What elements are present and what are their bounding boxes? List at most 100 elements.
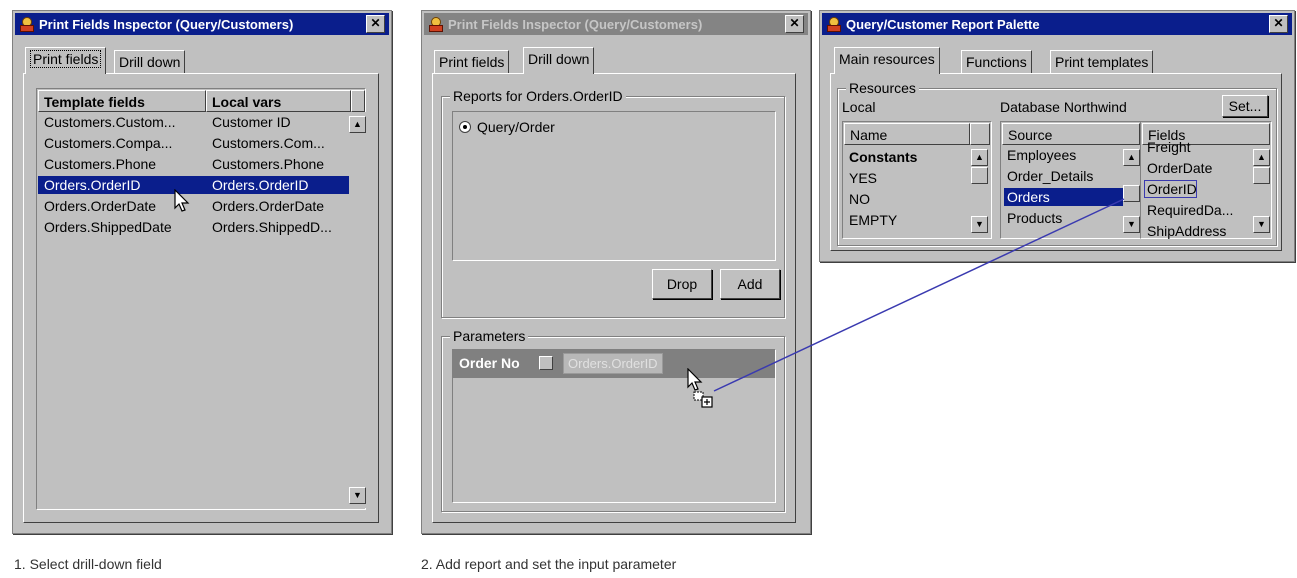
scroll-up-icon[interactable]: ▲ [1253, 149, 1270, 166]
tab-print-fields[interactable]: Print fields [25, 47, 107, 74]
spare-column-header [970, 123, 990, 145]
step1-caption: 1. Select drill-down field [14, 556, 162, 572]
template-field-cell: Orders.OrderID [44, 177, 141, 193]
list-item[interactable]: OrderID [1144, 180, 1197, 198]
list-item[interactable]: RequiredDa... [1144, 201, 1233, 219]
table-row[interactable]: Orders.ShippedDate Orders.ShippedD... [38, 218, 349, 236]
list-item[interactable]: Constants [849, 148, 917, 166]
fields-list: Fields Freight OrderDate OrderID RequiredDa… [1140, 121, 1272, 239]
database-label: Database Northwind [1000, 99, 1127, 115]
fields-scrollbar[interactable]: ▲ ▼ [1253, 145, 1270, 237]
local-var-cell: Orders.OrderDate [212, 198, 325, 214]
print-fields-inspector-window: Print Fields Inspector (Query/Customers)… [12, 10, 392, 534]
report-palette-window: Query/Customer Report Palette ✕ Main res… [819, 10, 1295, 262]
report-radio-query-order[interactable]: Query/Order [459, 118, 555, 136]
fields-table: Template fields Local vars Customers.Cus… [36, 88, 366, 510]
tab-print-fields[interactable]: Print fields [434, 50, 510, 74]
local-resources-list: Name Constants YES NO EMPTY ▲ ▼ [842, 121, 992, 239]
template-field-cell: Customers.Phone [44, 156, 157, 172]
app-icon [19, 16, 35, 32]
name-column-header[interactable]: Name [844, 123, 970, 145]
parameter-name: Order No [459, 355, 520, 371]
scroll-thumb[interactable] [1253, 167, 1270, 184]
title-bar[interactable]: Print Fields Inspector (Query/Customers) [424, 13, 808, 35]
column-header-local-vars[interactable]: Local vars [206, 90, 351, 112]
resources-group: Resources Local Database Northwind Set..… [837, 80, 1277, 246]
local-var-cell: Customer ID [212, 114, 291, 130]
list-item[interactable]: OrderDate [1144, 159, 1212, 177]
template-field-cell: Customers.Custom... [44, 114, 176, 130]
tab-panel: Resources Local Database Northwind Set..… [830, 73, 1282, 251]
resources-group-title: Resources [846, 80, 919, 96]
drop-button[interactable]: Drop [652, 269, 712, 299]
table-row[interactable]: Orders.OrderDate Orders.OrderDate [38, 197, 349, 215]
tab-panel: Reports for Orders.OrderID Query/Order D… [432, 73, 796, 523]
local-var-cell: Customers.Phone [212, 156, 325, 172]
window-title: Print Fields Inspector (Query/Customers) [39, 16, 294, 32]
local-var-cell: Customers.Com... [212, 135, 325, 151]
table-row[interactable]: Customers.Custom... Customer ID [38, 113, 349, 131]
close-button[interactable]: ✕ [785, 15, 804, 33]
template-field-cell: Customers.Compa... [44, 135, 173, 151]
local-var-cell: Orders.OrderID [212, 177, 309, 193]
set-database-button[interactable]: Set... [1222, 95, 1268, 117]
source-list: Source Employees Order_Details Orders Produ… [1000, 121, 1142, 239]
list-item[interactable]: Freight [1144, 138, 1191, 156]
column-header-spare [351, 90, 365, 112]
reports-group-title: Reports for Orders.OrderID [450, 88, 626, 104]
scroll-up-icon[interactable]: ▲ [349, 116, 366, 133]
local-label: Local [842, 99, 876, 115]
add-button[interactable]: Add [720, 269, 780, 299]
scroll-down-icon[interactable]: ▼ [1123, 216, 1140, 233]
list-item[interactable]: Orders [1004, 188, 1123, 206]
table-row[interactable]: Customers.Compa... Customers.Com... [38, 134, 349, 152]
parameter-value-field[interactable]: Orders.OrderID [563, 353, 663, 374]
list-item[interactable]: Products [1004, 209, 1123, 227]
step2-caption: 2. Add report and set the input paramete… [421, 556, 677, 572]
source-column-header[interactable]: Source [1002, 123, 1140, 145]
print-fields-inspector-inactive-window: Print Fields Inspector (Query/Customers)… [421, 10, 811, 534]
table-row[interactable]: Customers.Phone Customers.Phone [38, 155, 349, 173]
scroll-up-icon[interactable]: ▲ [1123, 149, 1140, 166]
local-scrollbar[interactable]: ▲ ▼ [971, 145, 988, 237]
scroll-down-icon[interactable]: ▼ [1253, 216, 1270, 233]
title-bar[interactable]: Query/Customer Report Palette [822, 13, 1292, 35]
column-header-template-fields[interactable]: Template fields [38, 90, 206, 112]
list-item[interactable]: Order_Details [1004, 167, 1123, 185]
source-scrollbar[interactable]: ▲ ▼ [1123, 145, 1140, 237]
scroll-thumb[interactable] [971, 167, 988, 184]
scroll-thumb[interactable] [1123, 185, 1140, 202]
close-button[interactable]: ✕ [1269, 15, 1288, 33]
template-field-cell: Orders.ShippedDate [44, 219, 172, 235]
list-item[interactable]: Employees [1004, 146, 1123, 164]
vertical-scrollbar[interactable]: ▲ ▼ [349, 112, 366, 508]
parameters-group: Parameters Order No Orders.OrderID [441, 328, 785, 512]
list-item[interactable]: YES [849, 169, 877, 187]
mouse-pointer-icon [174, 189, 190, 212]
tab-main-resources[interactable]: Main resources [834, 47, 940, 74]
scroll-down-icon[interactable]: ▼ [971, 216, 988, 233]
parameter-checkbox[interactable] [539, 356, 553, 370]
window-title: Query/Customer Report Palette [846, 16, 1040, 32]
table-row[interactable]: Orders.OrderID Orders.OrderID [38, 176, 349, 194]
tab-drill-down[interactable]: Drill down [114, 50, 186, 74]
parameters-group-title: Parameters [450, 328, 529, 344]
close-button[interactable]: ✕ [366, 15, 385, 33]
radio-selected-icon[interactable] [459, 121, 471, 133]
local-var-cell: Orders.ShippedD... [212, 219, 332, 235]
app-icon [826, 16, 842, 32]
list-item[interactable]: EMPTY [849, 211, 897, 229]
title-bar[interactable]: Print Fields Inspector (Query/Customers) [15, 13, 389, 35]
app-icon [428, 16, 444, 32]
parameter-row: Order No Orders.OrderID [453, 350, 775, 378]
tab-print-templates[interactable]: Print templates [1050, 50, 1154, 74]
tab-functions[interactable]: Functions [961, 50, 1032, 74]
tab-panel: Template fields Local vars Customers.Cus… [23, 73, 379, 523]
list-item[interactable]: ShipAddress [1144, 222, 1226, 240]
scroll-down-icon[interactable]: ▼ [349, 487, 366, 504]
reports-group: Reports for Orders.OrderID Query/Order D… [441, 88, 785, 318]
template-field-cell: Orders.OrderDate [44, 198, 157, 214]
scroll-up-icon[interactable]: ▲ [971, 149, 988, 166]
tab-drill-down[interactable]: Drill down [523, 47, 595, 74]
list-item[interactable]: NO [849, 190, 870, 208]
